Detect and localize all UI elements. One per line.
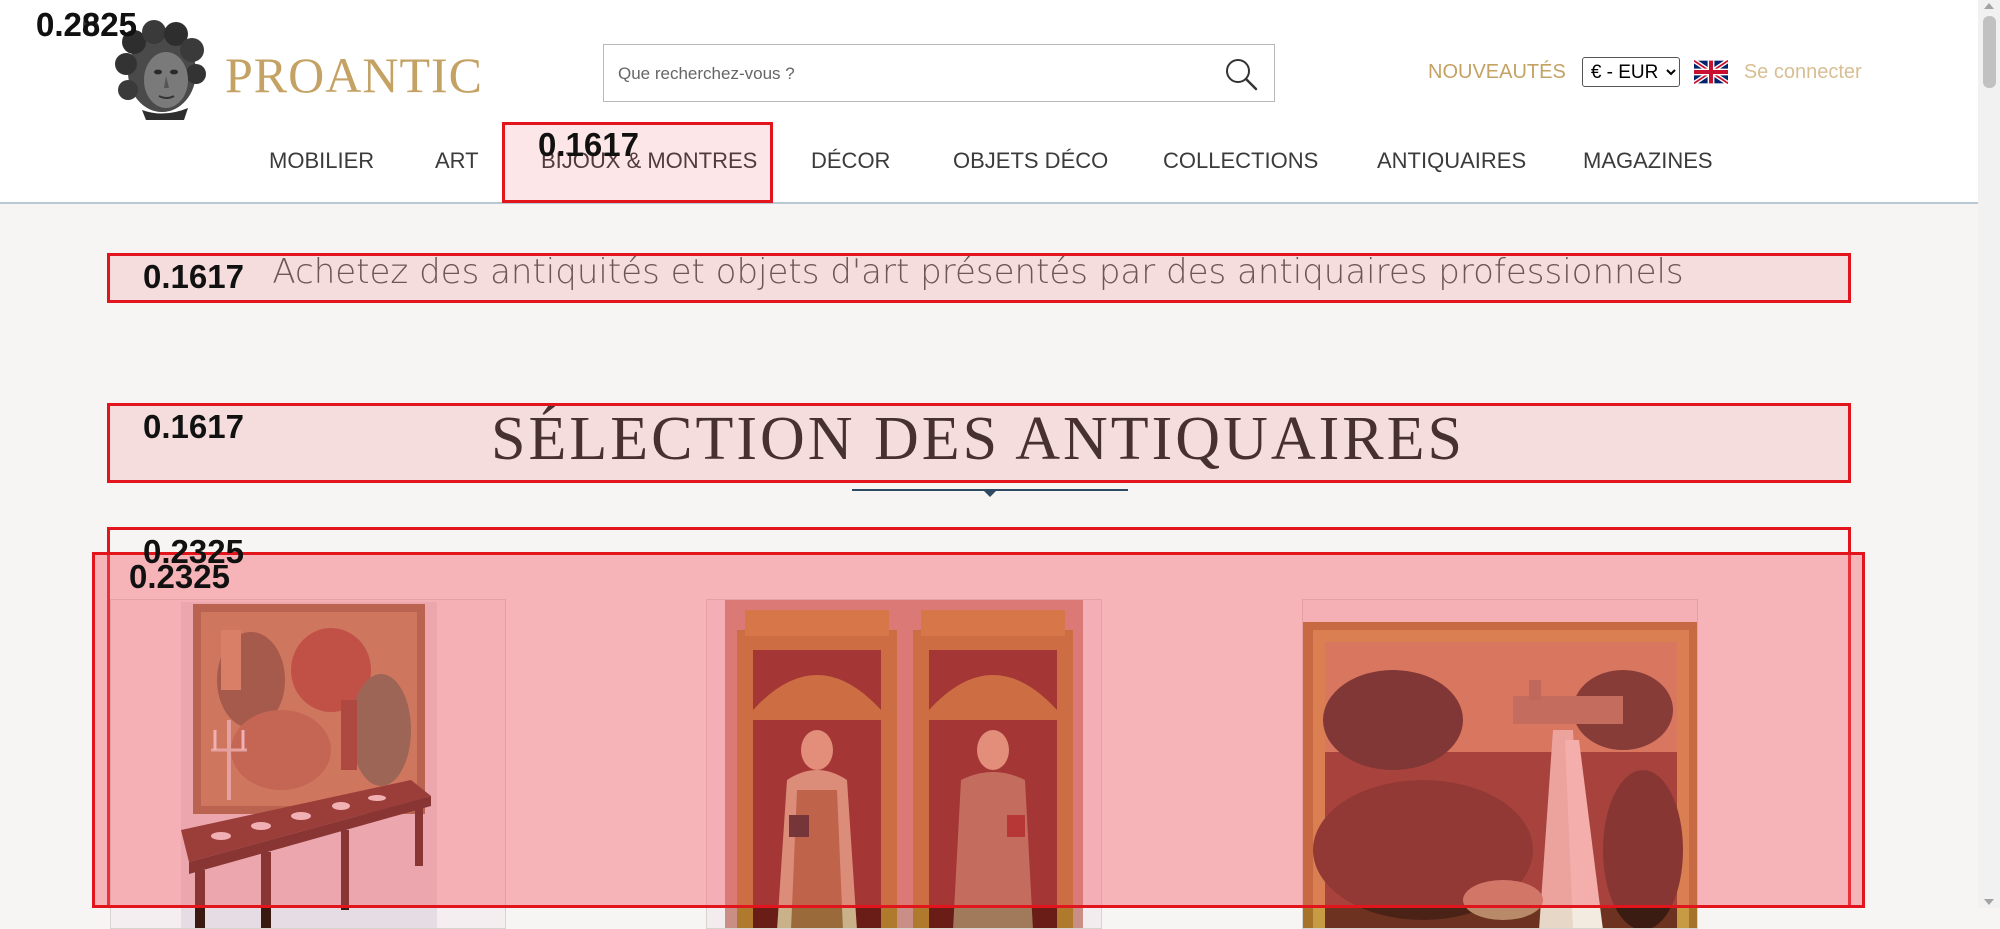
title-divider-caret [983,490,997,497]
search-icon[interactable] [1224,57,1258,91]
site-header: PROANTIC NOUVEAUTÉS € - EUR Se connecter [0,0,1978,204]
overlay-score: 0.1617 [143,408,244,445]
nav-item-art[interactable]: ART [435,148,479,174]
overlay-score: 0.1617 [538,126,639,163]
main-nav: MOBILIER ART BIJOUX & MONTRES DÉCOR OBJE… [0,148,1978,178]
scroll-down-arrow-icon[interactable] [1984,899,1994,905]
search-bar [603,44,1275,103]
nav-item-decor[interactable]: DÉCOR [811,148,890,174]
overlay-score: 0.2325 [129,558,230,595]
nav-item-collections[interactable]: COLLECTIONS [1163,148,1318,174]
nav-item-antiquaires[interactable]: ANTIQUAIRES [1377,148,1526,174]
currency-select[interactable]: € - EUR [1581,57,1680,87]
search-input[interactable] [616,45,1200,103]
login-link[interactable]: Se connecter [1744,61,1862,84]
nav-item-mobilier[interactable]: MOBILIER [269,148,374,174]
overlay-box-cards [92,552,1865,908]
uk-flag-icon[interactable] [1692,58,1730,86]
nouveautes-link[interactable]: NOUVEAUTÉS [1428,61,1566,84]
overlay-score: 0.2625 [36,6,137,43]
logo-text[interactable]: PROANTIC [225,46,483,104]
nav-item-objets-deco[interactable]: OBJETS DÉCO [953,148,1108,174]
header-utility-links: NOUVEAUTÉS € - EUR Se connecter [1428,56,1862,88]
nav-item-magazines[interactable]: MAGAZINES [1583,148,1713,174]
overlay-box-section-title [107,403,1851,483]
scrollbar-thumb[interactable] [1983,16,1996,88]
page-scrollbar[interactable] [1978,0,2000,908]
overlay-score: 0.1617 [143,258,244,295]
scroll-up-arrow-icon[interactable] [1984,3,1994,9]
overlay-box-tagline [107,253,1851,303]
